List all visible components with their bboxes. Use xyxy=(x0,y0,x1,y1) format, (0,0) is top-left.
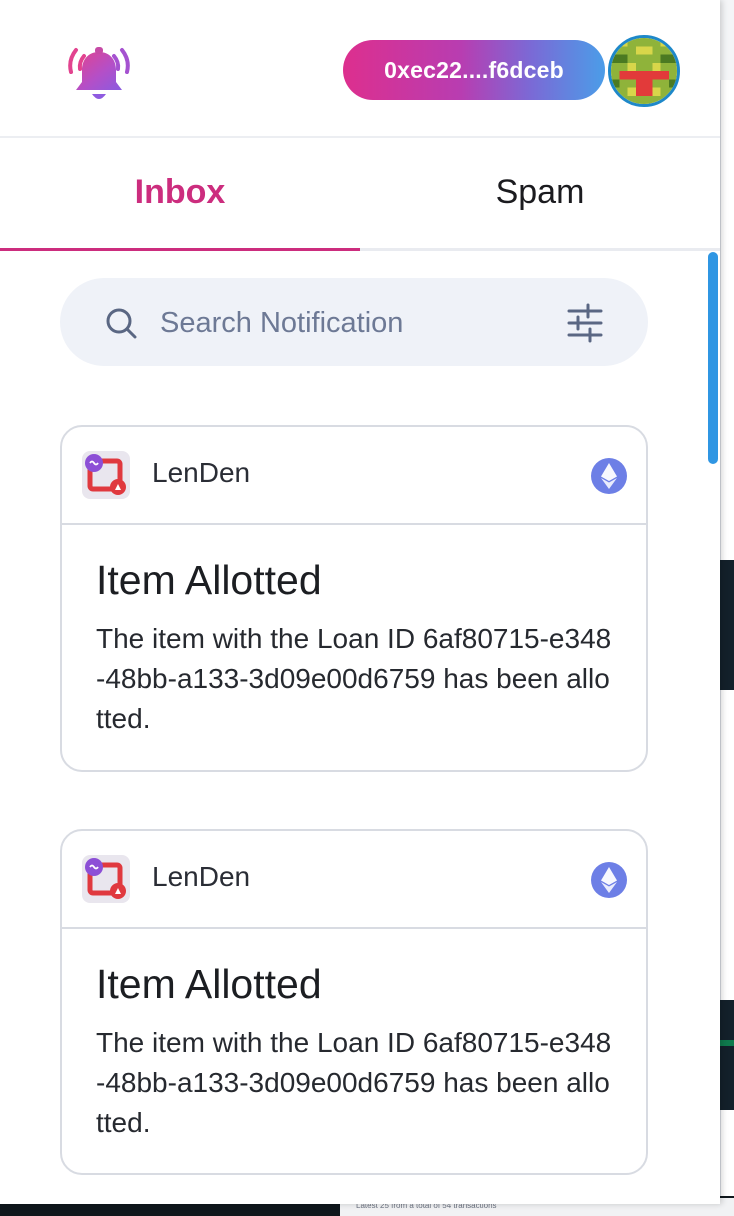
notification-card[interactable]: LenDen Item Allotted The item with the L… xyxy=(60,425,648,772)
notification-body: The item with the Loan ID 6af80715-e348-… xyxy=(96,623,612,734)
tab-inbox[interactable]: Inbox xyxy=(0,138,360,248)
ethereum-icon[interactable] xyxy=(590,861,628,899)
notification-title: Item Allotted xyxy=(96,961,322,1007)
app-name: LenDen xyxy=(152,457,251,488)
app-name: LenDen xyxy=(152,861,251,892)
filter-sliders-icon[interactable] xyxy=(566,303,604,343)
tab-spam[interactable]: Spam xyxy=(360,138,720,248)
notification-card[interactable]: LenDen Item Allotted The item with the L… xyxy=(60,829,648,1175)
active-tab-indicator xyxy=(0,248,360,251)
ethereum-icon[interactable] xyxy=(590,457,628,495)
background-dark-block xyxy=(720,560,734,690)
tab-bar: Inbox Spam xyxy=(0,138,720,251)
bell-ringing-icon xyxy=(68,47,130,99)
notification-body: The item with the Loan ID 6af80715-e348-… xyxy=(96,1027,612,1138)
lenden-app-icon xyxy=(82,451,130,499)
scrollbar-thumb[interactable] xyxy=(708,252,718,464)
wallet-address-button[interactable]: 0xec22....f6dceb xyxy=(343,40,605,100)
search-input[interactable] xyxy=(160,296,540,350)
search-icon xyxy=(106,308,137,339)
background-dark-block xyxy=(720,1000,734,1110)
notification-popup: 0xec22....f6dceb Inbox Spam Search Notif… xyxy=(0,0,720,1204)
notification-card-header: LenDen xyxy=(62,831,646,929)
popup-header: 0xec22....f6dceb xyxy=(0,0,720,138)
notification-card-header: LenDen xyxy=(62,427,646,525)
notification-title: Item Allotted xyxy=(96,557,322,603)
avatar[interactable] xyxy=(608,35,680,107)
background-green-bar xyxy=(720,1040,734,1046)
lenden-app-icon xyxy=(82,855,130,903)
blockie-avatar-icon xyxy=(611,38,677,104)
